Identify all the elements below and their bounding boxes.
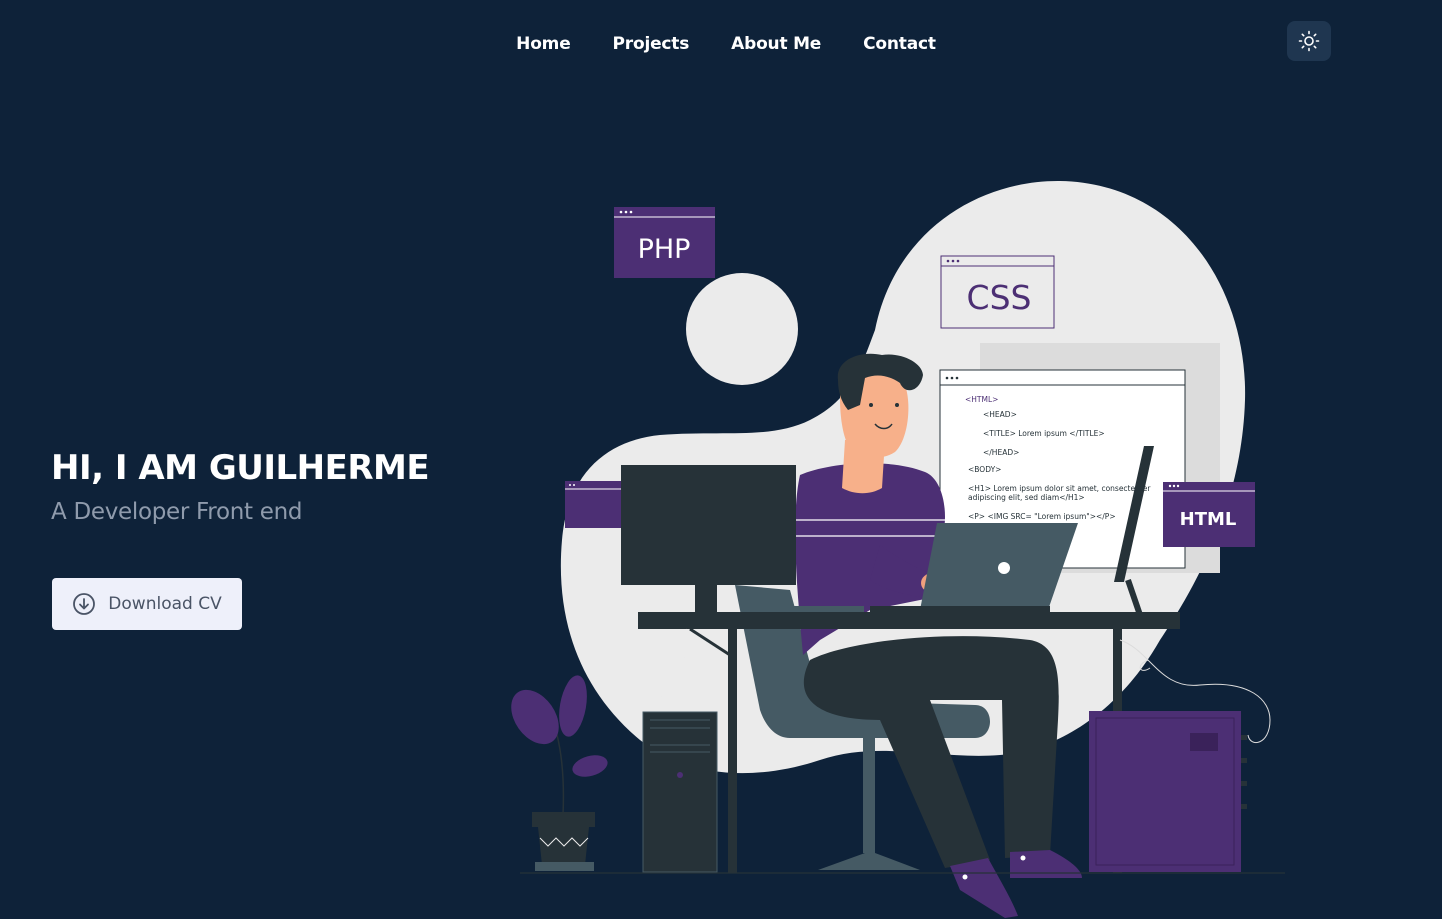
css-window: CSS	[940, 255, 1055, 329]
purple-cabinet	[1089, 711, 1247, 872]
decorative-circle	[686, 273, 798, 385]
code-line-3: <TITLE> Lorem ipsum </TITLE>	[983, 429, 1105, 438]
code-line-4: </HEAD>	[983, 448, 1019, 457]
php-label: PHP	[638, 234, 691, 265]
potted-plant	[511, 675, 608, 871]
html-window: HTML	[1163, 482, 1255, 547]
pc-tower	[642, 711, 718, 873]
php-window: PHP	[614, 207, 715, 278]
code-line-7: adipiscing elit, sed diam</H1>	[968, 493, 1085, 502]
small-window-left	[565, 481, 621, 528]
css-label: CSS	[967, 278, 1032, 317]
code-line-5: <BODY>	[968, 465, 1001, 474]
code-line-2: <HEAD>	[983, 410, 1017, 419]
code-line-8: <P> <IMG SRC= "Lorem ipsum"></P>	[968, 512, 1116, 521]
html-label: HTML	[1180, 509, 1237, 530]
code-line-6: <H1> Lorem ipsum dolor sit amet, consect…	[968, 484, 1151, 493]
code-line-1: <HTML>	[965, 395, 998, 404]
developer-illustration: PHP CSS <HTML> <HEAD> <TITLE> Lorem ipsu…	[511, 180, 1285, 918]
